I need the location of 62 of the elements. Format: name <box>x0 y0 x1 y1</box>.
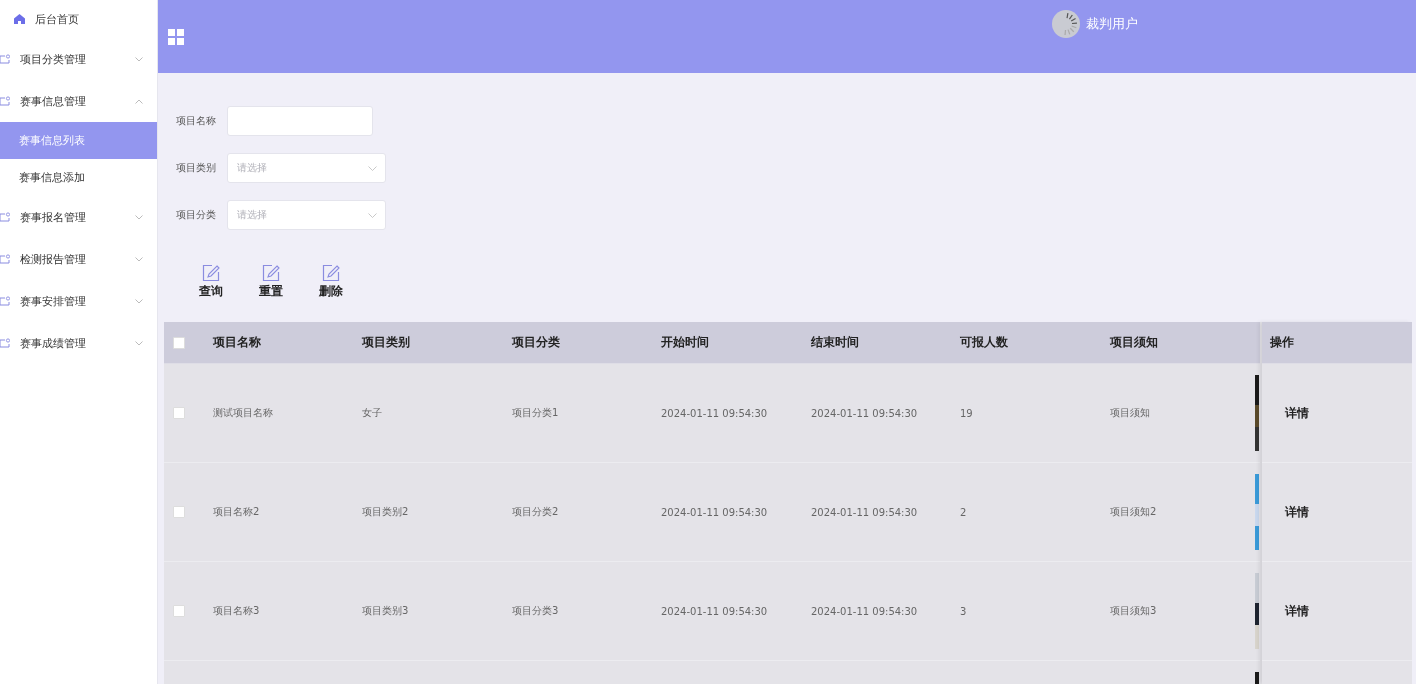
action-button[interactable]: 重置 <box>254 264 288 300</box>
table-cell: 2024-01-11 09:54:30 <box>811 562 960 661</box>
table-cell: 项目类别2 <box>362 463 512 562</box>
sidebar-subitem[interactable]: 赛事信息添加 <box>0 159 157 196</box>
column-header: 项目名称 <box>213 322 362 364</box>
checkbox[interactable] <box>173 605 185 617</box>
folder-icon <box>0 296 10 306</box>
chevron-down-icon <box>368 212 377 218</box>
sidebar-item[interactable]: 赛事报名管理 <box>0 196 157 238</box>
column-header: 操作 <box>1262 322 1412 364</box>
table-cell: 项目名称2 <box>213 463 362 562</box>
column-header: 项目分类 <box>512 322 661 364</box>
avatar-icon[interactable] <box>1052 10 1080 38</box>
folder-icon <box>0 96 10 106</box>
column-header: 结束时间 <box>811 322 960 364</box>
checkbox[interactable] <box>173 506 185 518</box>
detail-link[interactable]: 详情 <box>1285 503 1309 521</box>
input-field[interactable] <box>227 106 373 136</box>
edit-icon <box>262 264 280 282</box>
table-cell: 项目名称3 <box>213 562 362 661</box>
table-cell: 项目分类3 <box>512 562 661 661</box>
table-cell: 项目类别3 <box>362 562 512 661</box>
filter-label: 项目类别 <box>176 161 217 175</box>
filter-label: 项目名称 <box>176 114 217 128</box>
sidebar-item[interactable]: 检测报告管理 <box>0 238 157 280</box>
table-cell: 测试项目名称 <box>213 364 362 463</box>
folder-icon <box>0 54 10 64</box>
chevron-down-icon <box>368 165 377 171</box>
filter-label: 项目分类 <box>176 208 217 222</box>
table-cell: 2024-01-11 09:54:30 <box>811 364 960 463</box>
sidebar-item[interactable]: 项目分类管理 <box>0 38 157 80</box>
column-header: 项目类别 <box>362 322 512 364</box>
table-cell: 女子 <box>362 364 512 463</box>
table-cell: 项目分类2 <box>512 463 661 562</box>
table-cell: 2024-01-11 09:54:30 <box>661 364 811 463</box>
folder-icon <box>0 338 10 348</box>
column-header: 可报人数 <box>960 322 1110 364</box>
sidebar-item[interactable]: 赛事安排管理 <box>0 280 157 322</box>
edit-icon <box>202 264 220 282</box>
table-cell: 2024-01-11 09:54:30 <box>661 562 811 661</box>
action-button[interactable]: 查询 <box>194 264 228 300</box>
folder-icon <box>0 212 10 222</box>
sidebar-item[interactable]: 后台首页 <box>0 0 157 38</box>
column-header: 开始时间 <box>661 322 811 364</box>
table-cell: 19 <box>960 364 1110 463</box>
detail-link[interactable]: 详情 <box>1285 404 1309 422</box>
table-cell: 项目分类1 <box>512 364 661 463</box>
action-button[interactable]: 删除 <box>314 264 348 300</box>
table-cell: 2 <box>960 463 1110 562</box>
table-cell: 2024-01-11 09:54:30 <box>811 463 960 562</box>
checkbox[interactable] <box>173 407 185 419</box>
table-cell: 3 <box>960 562 1110 661</box>
home-icon <box>14 14 25 24</box>
column-header: 项目须知 <box>1110 322 1255 364</box>
sidebar-item[interactable]: 赛事成绩管理 <box>0 322 157 364</box>
table-cell: 2024-01-11 09:54:30 <box>661 463 811 562</box>
detail-link[interactable]: 详情 <box>1285 602 1309 620</box>
checkbox[interactable] <box>173 336 185 349</box>
folder-icon <box>0 254 10 264</box>
grid-icon[interactable] <box>168 28 184 45</box>
edit-icon <box>322 264 340 282</box>
sidebar-item[interactable]: 赛事信息管理 <box>0 80 157 122</box>
